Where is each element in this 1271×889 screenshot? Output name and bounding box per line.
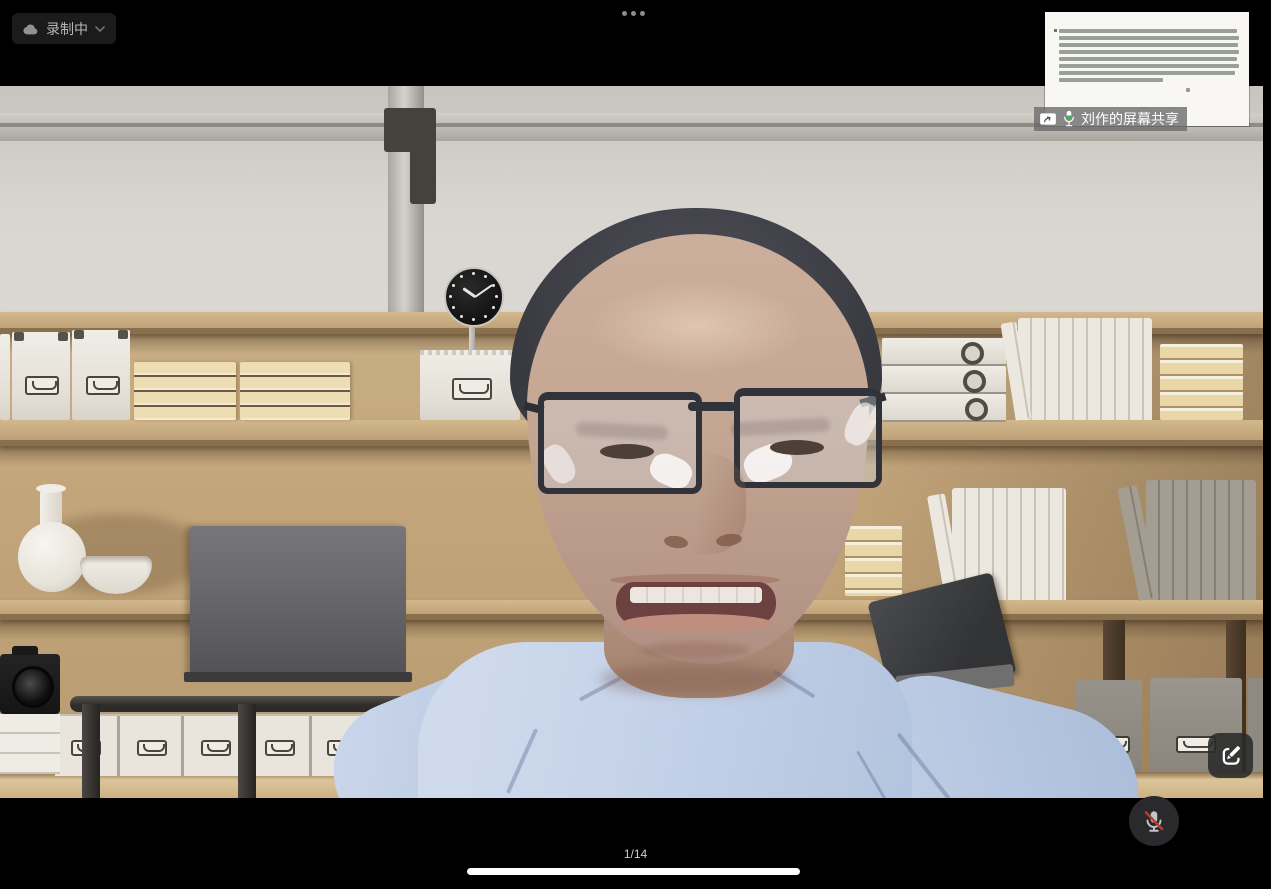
person	[0, 86, 1263, 798]
microphone-muted-icon	[1141, 808, 1167, 834]
ellipsis-icon	[622, 11, 627, 16]
teeth	[630, 587, 762, 603]
speaker-video-feed	[0, 86, 1263, 798]
cursor-mark	[1186, 88, 1190, 92]
slide-page-indicator: 1/14	[0, 847, 1271, 861]
recording-label: 录制中	[46, 19, 88, 39]
glasses-bridge	[688, 402, 736, 411]
eye	[770, 440, 824, 455]
more-options-button[interactable]	[622, 9, 648, 17]
eye	[600, 444, 654, 459]
meeting-window: 录制中	[0, 0, 1271, 889]
pen-annotate-icon	[1218, 743, 1244, 769]
cloud-icon	[22, 23, 39, 35]
slide-scrollbar[interactable]	[467, 868, 800, 875]
share-owner-text: 刘作的屏幕共享	[1081, 109, 1179, 129]
lower-lip	[622, 614, 772, 632]
forehead-highlight	[588, 280, 806, 372]
chevron-down-icon	[95, 26, 105, 32]
mute-microphone-button[interactable]	[1129, 796, 1179, 846]
recording-status-button[interactable]: 录制中	[12, 13, 116, 44]
glasses-right-lens	[734, 388, 882, 488]
microphone-live-icon	[1062, 110, 1076, 128]
annotate-button[interactable]	[1208, 733, 1253, 778]
screen-share-icon	[1039, 111, 1057, 127]
share-owner-label: 刘作的屏幕共享	[1034, 107, 1187, 131]
